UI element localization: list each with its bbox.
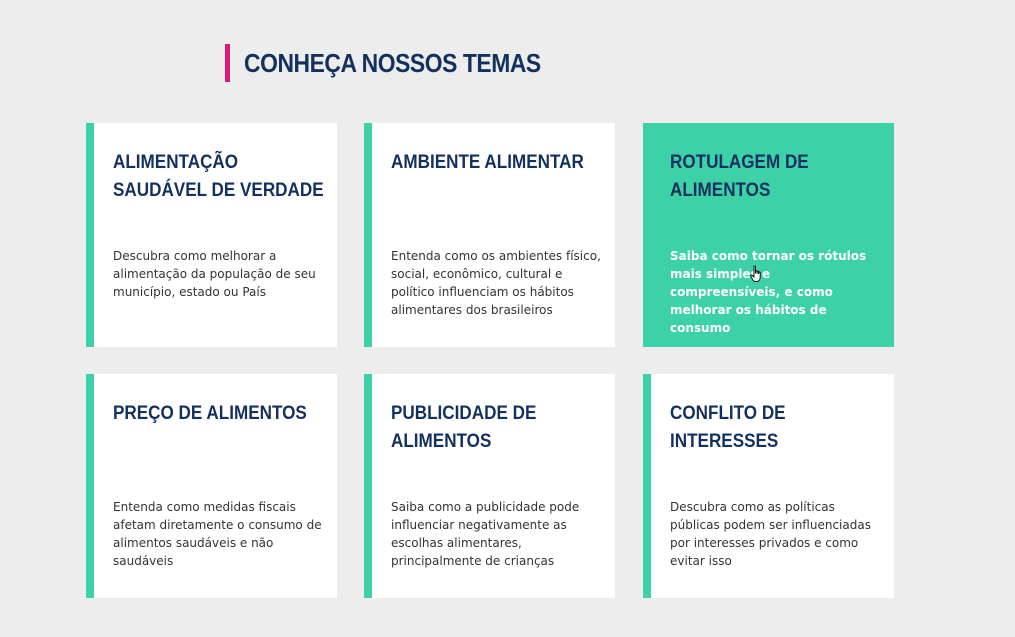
card-title: ALIMENTAÇÃO SAUDÁVEL DE VERDADE (113, 149, 329, 205)
card-title-line: AMBIENTE ALIMENTAR (391, 152, 584, 173)
card-title-line: ALIMENTOS (670, 180, 771, 201)
theme-card-alimentacao-saudavel[interactable]: ALIMENTAÇÃO SAUDÁVEL DE VERDADE Descubra… (86, 123, 337, 347)
card-title-line: PUBLICIDADE DE (391, 403, 537, 424)
section-title: CONHEÇA NOSSOS TEMAS (244, 47, 541, 78)
theme-card-ambiente-alimentar[interactable]: AMBIENTE ALIMENTAR Entenda como os ambie… (364, 123, 615, 347)
theme-card-publicidade[interactable]: PUBLICIDADE DE ALIMENTOS Saiba como a pu… (364, 374, 615, 598)
section-header: CONHEÇA NOSSOS TEMAS (225, 44, 581, 82)
card-title: ROTULAGEM DE ALIMENTOS (670, 149, 886, 205)
card-title: AMBIENTE ALIMENTAR (391, 149, 607, 177)
card-title-line: INTERESSES (670, 431, 779, 452)
card-description: Saiba como a publicidade pode influencia… (391, 500, 580, 568)
card-description: Descubra como melhorar a alimentação da … (113, 249, 316, 299)
card-title-line: ALIMENTOS (391, 431, 492, 452)
theme-card-rotulagem[interactable]: ROTULAGEM DE ALIMENTOS Saiba como tornar… (643, 123, 894, 347)
card-description: Descubra como as políticas públicas pode… (670, 500, 871, 568)
card-title-line: ALIMENTAÇÃO (113, 152, 239, 173)
card-title: PREÇO DE ALIMENTOS (113, 400, 329, 428)
card-title-line: ROTULAGEM DE (670, 152, 809, 173)
card-title: CONFLITO DE INTERESSES (670, 400, 886, 456)
theme-card-preco[interactable]: PREÇO DE ALIMENTOS Entenda como medidas … (86, 374, 337, 598)
card-title-line: PREÇO DE ALIMENTOS (113, 403, 307, 424)
theme-card-conflito[interactable]: CONFLITO DE INTERESSES Descubra como as … (643, 374, 894, 598)
card-description: Entenda como os ambientes físico, social… (391, 249, 601, 317)
themes-section: CONHEÇA NOSSOS TEMAS ALIMENTAÇÃO SAUDÁVE… (0, 0, 1015, 637)
card-description: Entenda como medidas fiscais afetam dire… (113, 500, 322, 568)
card-description: Saiba como tornar os rótulos mais simple… (670, 249, 867, 335)
card-title: PUBLICIDADE DE ALIMENTOS (391, 400, 607, 456)
hand-pointer-icon (750, 265, 761, 282)
card-title-line: SAUDÁVEL DE VERDADE (113, 180, 324, 201)
heading-accent-bar (225, 44, 230, 82)
card-title-line: CONFLITO DE (670, 403, 786, 424)
